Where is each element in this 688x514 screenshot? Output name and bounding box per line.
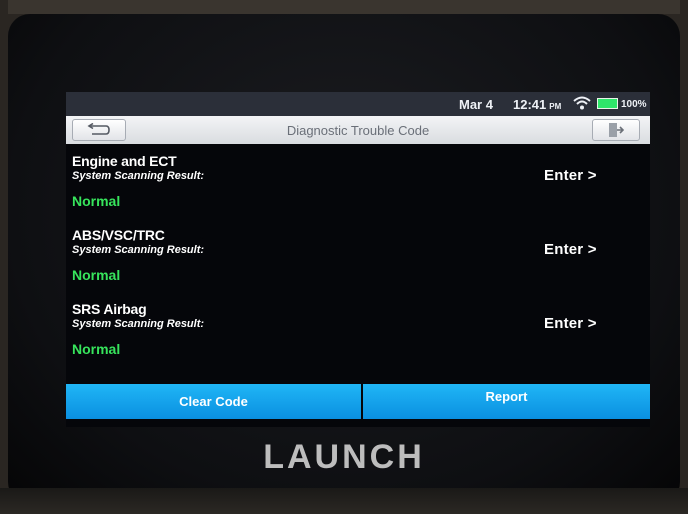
clear-code-button[interactable]: Clear Code <box>66 384 361 419</box>
device-screen: Mar 4 12:41 PM 100% Diagnostic Trouble Co… <box>66 92 650 427</box>
scan-result-label: System Scanning Result: <box>72 318 205 330</box>
report-button[interactable]: Report <box>363 384 650 419</box>
battery-icon <box>597 98 618 109</box>
enter-button[interactable]: Enter > <box>544 315 597 332</box>
system-name: SRS Airbag <box>72 301 147 317</box>
status-ampm: PM <box>549 102 562 111</box>
device-bezel-top <box>8 0 680 14</box>
system-name: ABS/VSC/TRC <box>72 227 165 243</box>
exit-icon <box>609 123 624 137</box>
system-name: Engine and ECT <box>72 153 177 169</box>
title-bar: Diagnostic Trouble Code <box>66 116 650 144</box>
wifi-icon <box>573 95 591 114</box>
result-abs-vsc-trc: ABS/VSC/TRC System Scanning Result: Norm… <box>66 227 650 301</box>
scan-status: Normal <box>72 341 121 357</box>
scan-status: Normal <box>72 267 121 283</box>
battery-level: 100% <box>621 99 647 110</box>
scan-status: Normal <box>72 193 121 209</box>
scan-result-label: System Scanning Result: <box>72 170 205 182</box>
scan-result-label: System Scanning Result: <box>72 244 205 256</box>
enter-button[interactable]: Enter > <box>544 167 597 184</box>
status-time: 12:41 PM <box>513 97 562 112</box>
exit-button[interactable] <box>592 119 640 141</box>
page-title: Diagnostic Trouble Code <box>286 123 430 138</box>
device-bezel-bottom <box>0 488 688 514</box>
status-bar: Mar 4 12:41 PM 100% <box>66 92 650 116</box>
action-bar: Clear Code Report <box>66 384 650 419</box>
launch-logo: LAUNCH <box>263 438 425 476</box>
status-date: Mar 4 <box>459 97 493 112</box>
result-engine-ect: Engine and ECT System Scanning Result: N… <box>66 153 650 227</box>
enter-button[interactable]: Enter > <box>544 241 597 258</box>
result-srs-airbag: SRS Airbag System Scanning Result: Norma… <box>66 301 650 375</box>
